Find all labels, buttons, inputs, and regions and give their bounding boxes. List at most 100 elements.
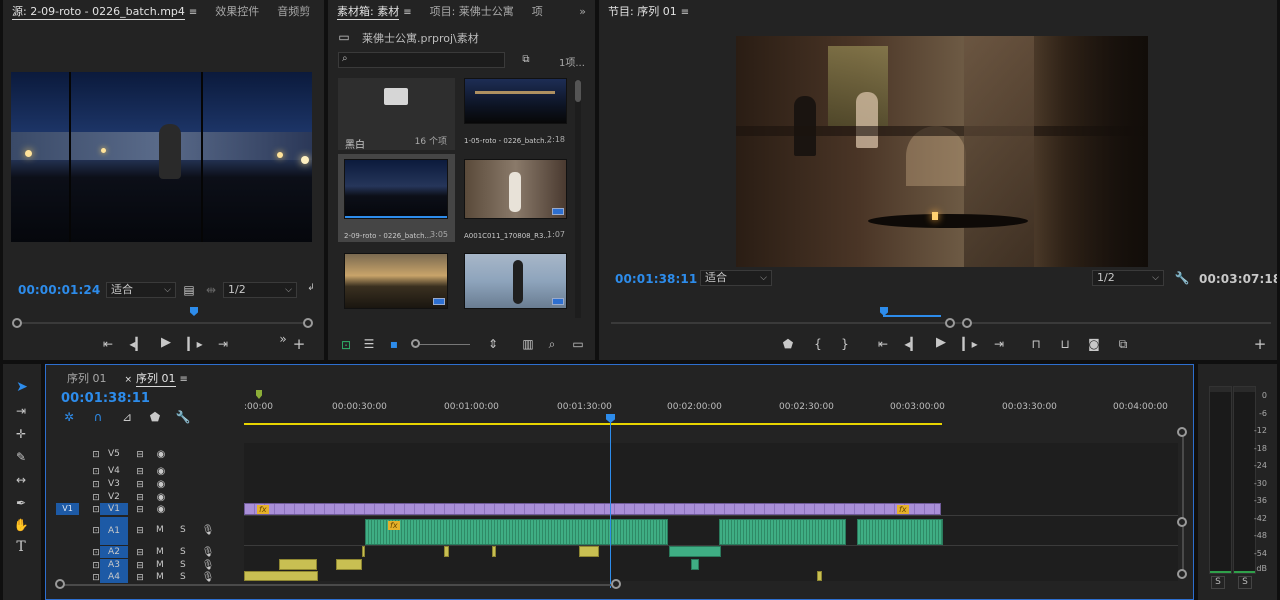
tab-menu-icon[interactable]: ≡ xyxy=(681,7,689,18)
solo-right-button[interactable]: S xyxy=(1238,576,1252,589)
slip-tool-icon[interactable]: ↔ xyxy=(13,473,29,487)
tab-effect-controls[interactable]: 效果控件 xyxy=(206,0,268,24)
go-to-out-icon[interactable]: ⇥ xyxy=(991,337,1007,351)
comparison-view-icon[interactable]: ⧉ xyxy=(1115,337,1131,351)
source-zoom-right-handle[interactable] xyxy=(303,318,313,328)
eye-icon[interactable]: ◉ xyxy=(153,465,169,479)
audio-clip-a3[interactable] xyxy=(336,559,362,570)
time-ruler[interactable]: :00:00 00:00:30:00 00:01:00:00 00:01:30:… xyxy=(244,390,1168,425)
microphone-icon[interactable]: 🎙 xyxy=(200,546,216,560)
eye-icon[interactable]: ◉ xyxy=(153,503,169,517)
lock-icon[interactable]: ⊡ xyxy=(88,465,104,479)
step-back-icon[interactable]: ◂▎ xyxy=(904,337,920,351)
source-scrub-bar[interactable] xyxy=(17,322,309,324)
export-frame-icon[interactable]: ▤ xyxy=(181,283,197,297)
eye-icon[interactable]: ◉ xyxy=(153,448,169,462)
audio-clip-a2[interactable] xyxy=(669,546,721,557)
linked-selection-icon[interactable]: ⊿ xyxy=(119,410,135,424)
step-to-in-icon[interactable]: ⇤ xyxy=(100,337,116,351)
search-icon[interactable]: ⌕ xyxy=(544,337,560,351)
go-to-in-icon[interactable]: ⇤ xyxy=(875,337,891,351)
source-patch-v1[interactable]: V1 xyxy=(56,503,79,515)
track-select-tool-icon[interactable]: ⇥ xyxy=(13,404,29,418)
tab-audio-clip-mixer[interactable]: 音频剪 xyxy=(268,0,319,24)
lock-icon[interactable]: ⊡ xyxy=(338,338,354,352)
toggle-sync-icon[interactable]: ⊟ xyxy=(132,524,148,538)
timeline-scroll-right-handle[interactable] xyxy=(611,579,621,589)
audio-clip-a2[interactable] xyxy=(579,546,599,557)
microphone-icon[interactable]: 🎙 xyxy=(200,571,216,585)
tab-menu-icon[interactable]: ≡ xyxy=(180,374,188,385)
program-resolution-dropdown[interactable]: 1/2 ⌵ xyxy=(1092,270,1164,286)
mark-in-icon[interactable]: { xyxy=(810,337,826,351)
wrench-icon[interactable]: ↲ xyxy=(303,281,319,295)
overflow-icon[interactable]: » xyxy=(275,332,291,346)
mute-button[interactable]: M xyxy=(156,525,164,535)
timeline-scroll-left-handle[interactable] xyxy=(55,579,65,589)
track-name[interactable]: V1 xyxy=(100,503,128,515)
pen-tool-icon[interactable]: ✒ xyxy=(13,496,29,510)
vertical-scroll-top-handle[interactable] xyxy=(1177,427,1187,437)
eye-icon[interactable]: ◉ xyxy=(153,478,169,492)
bin-scrollbar[interactable] xyxy=(575,80,581,318)
program-timecode[interactable]: 00:01:38:11 xyxy=(615,272,697,286)
magnet-icon[interactable]: ∩ xyxy=(90,410,106,424)
source-video-frame[interactable] xyxy=(11,72,312,242)
timeline-vertical-scrollbar[interactable] xyxy=(1182,431,1184,571)
bin-item-video[interactable] xyxy=(338,248,455,312)
tab-source[interactable]: 源: 2-09-roto - 0226_batch.mp4 ≡ xyxy=(3,0,206,25)
audio-clip-a1[interactable]: fx xyxy=(365,519,668,545)
source-zoom-left-handle[interactable] xyxy=(12,318,22,328)
program-video-frame[interactable] xyxy=(736,36,1148,267)
toggle-sync-icon[interactable]: ⊟ xyxy=(132,465,148,479)
mark-out-icon[interactable]: } xyxy=(837,337,853,351)
selection-tool-icon[interactable]: ➤ xyxy=(14,380,30,394)
vertical-scroll-mid-handle[interactable] xyxy=(1177,517,1187,527)
source-playhead-icon[interactable] xyxy=(190,307,198,316)
track-name[interactable]: A4 xyxy=(100,571,128,583)
audio-clip-a2[interactable] xyxy=(444,546,449,557)
toggle-sync-icon[interactable]: ⊟ xyxy=(132,448,148,462)
play-icon[interactable]: ▶ xyxy=(933,336,949,350)
tab-menu-icon[interactable]: ≡ xyxy=(189,7,197,18)
close-icon[interactable]: × xyxy=(125,375,133,385)
step-back-icon[interactable]: ◂▎ xyxy=(129,337,145,351)
work-area-bar[interactable] xyxy=(244,423,942,425)
source-resolution-dropdown[interactable]: 1/2 ⌵ xyxy=(223,282,297,298)
mute-button[interactable]: M xyxy=(156,572,164,582)
tab-sequence-active[interactable]: × 序列 01 ≡ xyxy=(116,367,197,392)
toggle-sync-icon[interactable]: ⊟ xyxy=(132,571,148,585)
bin-item-folder[interactable]: 黑白 16 个项 xyxy=(338,78,455,151)
program-zoom-left-handle[interactable] xyxy=(945,318,955,328)
lift-icon[interactable]: ⊓ xyxy=(1028,337,1044,351)
mute-button[interactable]: M xyxy=(156,547,164,557)
timeline-timecode[interactable]: 00:01:38:11 xyxy=(61,391,150,406)
bin-item-video[interactable] xyxy=(461,248,578,312)
bin-item-video[interactable]: A001C011_170808_R3... 1:07 xyxy=(461,154,578,242)
panel-overflow-icon[interactable]: » xyxy=(570,0,595,24)
type-tool-icon[interactable]: T xyxy=(13,540,29,554)
settings-icon[interactable]: ⇹ xyxy=(203,283,219,297)
wrench-icon[interactable]: 🔧 xyxy=(175,410,191,424)
vertical-scroll-bottom-handle[interactable] xyxy=(1177,569,1187,579)
extract-icon[interactable]: ⊔ xyxy=(1057,337,1073,351)
track-name[interactable]: A1 xyxy=(100,517,128,545)
tab-bin[interactable]: 素材箱: 素材 ≡ xyxy=(328,0,421,25)
toggle-sync-icon[interactable]: ⊟ xyxy=(132,503,148,517)
video-clip-v1[interactable]: fx fx xyxy=(244,503,941,515)
bin-search-input[interactable]: ⌕ xyxy=(338,52,505,68)
audio-clip-a2[interactable] xyxy=(492,546,496,557)
lock-icon[interactable]: ⊡ xyxy=(88,478,104,492)
play-icon[interactable]: ▶ xyxy=(158,336,174,350)
new-bin-icon[interactable]: ▭ xyxy=(570,337,586,351)
icon-view-icon[interactable]: ▪ xyxy=(386,337,402,351)
camera-icon[interactable]: ◙ xyxy=(1086,337,1102,351)
bin-item-video[interactable]: 1-05-roto - 0226_batch... 2:18 xyxy=(461,78,578,150)
zoom-slider[interactable] xyxy=(411,339,470,348)
source-fit-dropdown[interactable]: 适合 ⌵ xyxy=(106,282,176,298)
audio-clip-a4[interactable] xyxy=(244,571,318,581)
program-zoom-right-handle[interactable] xyxy=(962,318,972,328)
step-to-out-icon[interactable]: ⇥ xyxy=(215,337,231,351)
panel-overflow-icon[interactable]: » xyxy=(319,0,324,24)
solo-button[interactable]: S xyxy=(180,525,186,535)
